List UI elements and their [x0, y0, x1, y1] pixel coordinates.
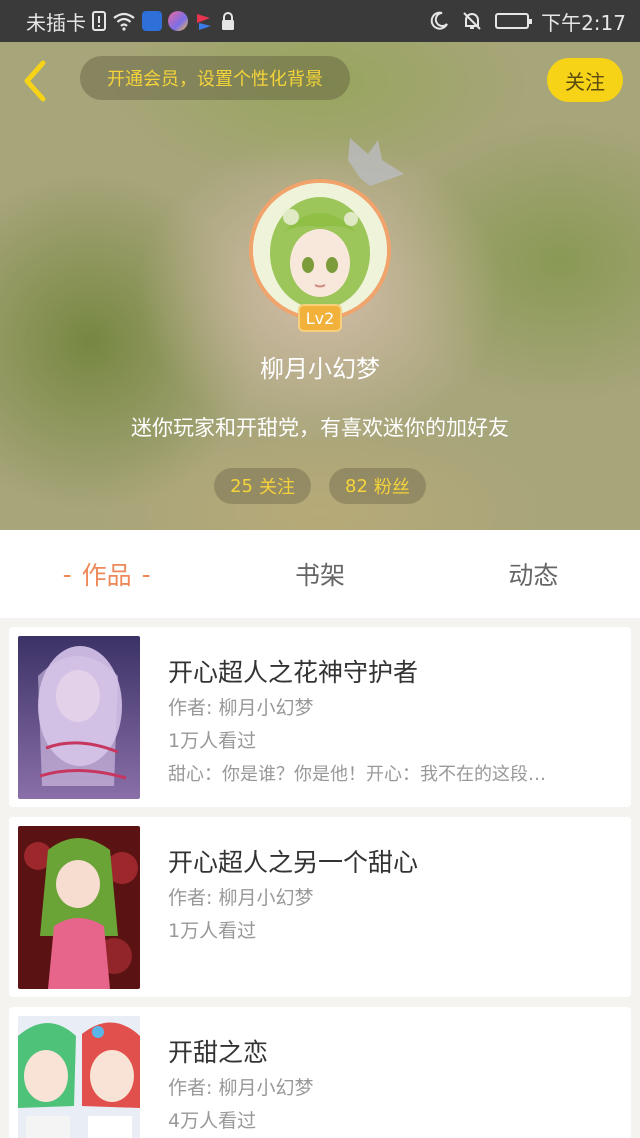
follow-button[interactable]: 关注	[547, 58, 623, 102]
work-title: 开心超人之花神守护者	[168, 658, 419, 687]
following-label: 关注	[259, 477, 295, 498]
battery-icon	[495, 13, 533, 29]
fans-label: 粉丝	[373, 477, 410, 498]
wifi-icon	[112, 10, 136, 32]
work-author: 作者: 柳月小幻梦	[168, 887, 314, 909]
app-icon	[168, 11, 188, 31]
profile-header: 开通会员，设置个性化背景 关注 Lv2 柳月小幻梦 迷你玩家和开甜党，有喜欢迷你…	[0, 42, 640, 530]
work-summary: 甜心：你是谁？你是他！开心：我不在的这段…	[168, 764, 546, 785]
chevron-left-icon	[24, 60, 46, 102]
baidu-paw-icon	[142, 11, 162, 31]
bio-text: 迷你玩家和开甜党，有喜欢迷你的加好友	[131, 416, 509, 440]
book-cover	[18, 636, 140, 799]
profile-tabs: - 作品 - 书架 动态	[0, 530, 640, 618]
bell-off-icon	[461, 10, 483, 32]
back-button[interactable]	[12, 56, 56, 106]
flag-app-icon	[194, 10, 214, 32]
tab-activity[interactable]: 动态	[427, 530, 640, 618]
work-title: 开心超人之另一个甜心	[168, 848, 419, 877]
book-cover	[18, 826, 140, 989]
tab-activity-label: 动态	[508, 561, 559, 590]
list-item[interactable]: 开心超人之另一个甜心 作者: 柳月小幻梦 1万人看过	[9, 817, 631, 997]
following-count: 25	[230, 475, 253, 497]
level-badge: Lv2	[298, 304, 342, 332]
work-views: 1万人看过	[168, 730, 257, 752]
avatar-image	[253, 183, 387, 317]
tab-bookshelf-label: 书架	[294, 561, 345, 590]
username: 柳月小幻梦	[260, 355, 380, 383]
lock-icon	[220, 10, 236, 32]
vip-background-banner[interactable]: 开通会员，设置个性化背景	[80, 56, 350, 100]
status-bar: 未插卡 下午2:17	[0, 0, 640, 42]
sim-alert-icon	[92, 10, 106, 32]
tab-works[interactable]: - 作品 -	[0, 530, 213, 618]
work-author: 作者: 柳月小幻梦	[168, 697, 314, 719]
work-views: 1万人看过	[168, 920, 257, 942]
following-stat[interactable]: 25 关注	[214, 468, 311, 504]
work-author: 作者: 柳月小幻梦	[168, 1077, 314, 1099]
tab-bookshelf[interactable]: 书架	[213, 530, 426, 618]
fans-count: 82	[345, 475, 368, 497]
work-views: 4万人看过	[168, 1110, 257, 1132]
clock-text: 下午2:17	[541, 10, 626, 35]
list-item[interactable]: 开甜之恋 作者: 柳月小幻梦 4万人看过	[9, 1007, 631, 1138]
fans-stat[interactable]: 82 粉丝	[329, 468, 426, 504]
book-cover	[18, 1016, 140, 1138]
tab-works-label: 作品	[81, 561, 132, 590]
list-item[interactable]: 开心超人之花神守护者 作者: 柳月小幻梦 1万人看过 甜心：你是谁？你是他！开心…	[9, 627, 631, 807]
stats-row: 25 关注 82 粉丝	[0, 468, 640, 504]
work-title: 开甜之恋	[168, 1038, 269, 1067]
moon-icon	[429, 10, 449, 32]
carrier-text: 未插卡	[26, 10, 86, 35]
avatar[interactable]	[249, 179, 391, 321]
